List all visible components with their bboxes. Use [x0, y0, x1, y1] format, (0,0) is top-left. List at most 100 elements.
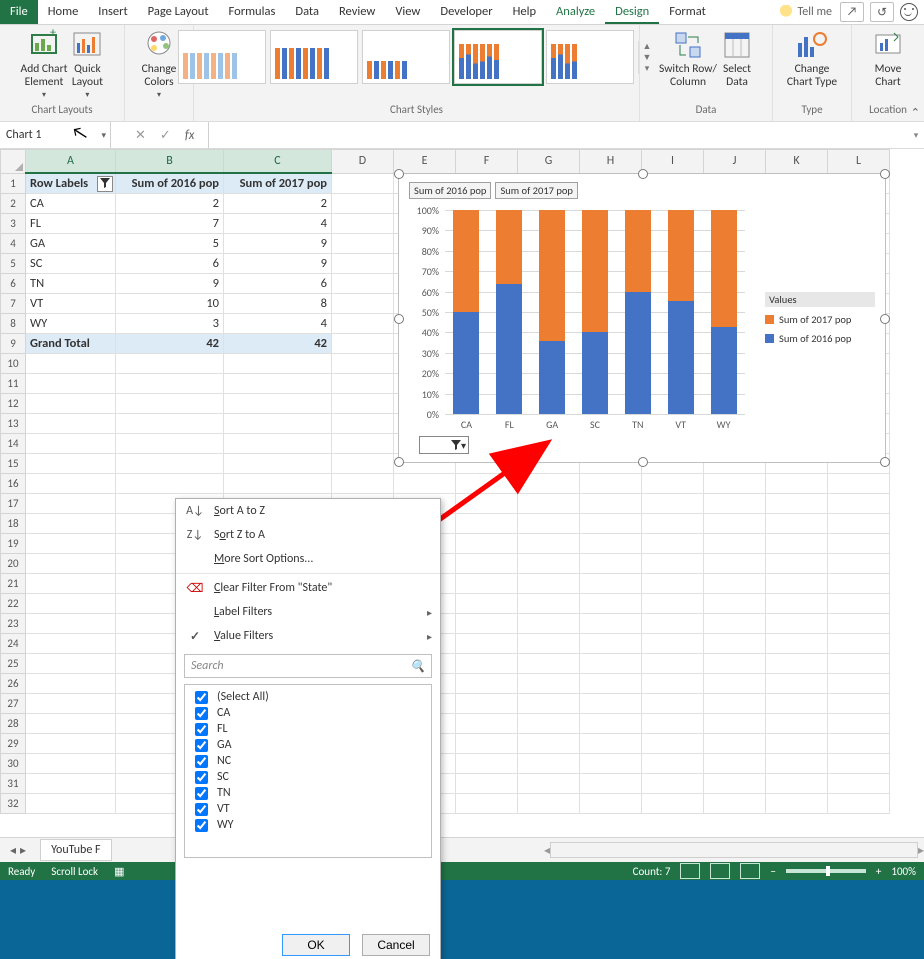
- cell[interactable]: [456, 554, 518, 574]
- row-header[interactable]: 10: [1, 354, 26, 374]
- cell[interactable]: [704, 574, 766, 594]
- cell[interactable]: [456, 634, 518, 654]
- resize-handle[interactable]: [880, 314, 890, 324]
- cell[interactable]: [828, 534, 890, 554]
- row-header[interactable]: 29: [1, 734, 26, 754]
- cell[interactable]: [456, 514, 518, 534]
- cell[interactable]: [518, 514, 580, 534]
- cell[interactable]: [26, 474, 116, 494]
- cell[interactable]: [332, 294, 394, 314]
- row-header[interactable]: 27: [1, 694, 26, 714]
- cell[interactable]: [766, 654, 828, 674]
- cell[interactable]: [580, 674, 642, 694]
- cell[interactable]: [766, 594, 828, 614]
- zoom-in-icon[interactable]: +: [876, 865, 881, 878]
- cell[interactable]: [704, 674, 766, 694]
- cell[interactable]: [828, 474, 890, 494]
- cell[interactable]: [26, 794, 116, 814]
- view-normal-icon[interactable]: [680, 863, 700, 879]
- filter-checkbox[interactable]: [195, 723, 208, 736]
- view-page-break-icon[interactable]: [740, 863, 760, 879]
- cell[interactable]: [766, 754, 828, 774]
- cell[interactable]: [704, 594, 766, 614]
- cell[interactable]: [704, 634, 766, 654]
- cell[interactable]: [26, 534, 116, 554]
- cell[interactable]: [580, 534, 642, 554]
- cell[interactable]: [456, 594, 518, 614]
- row-header[interactable]: 16: [1, 474, 26, 494]
- cell[interactable]: [766, 794, 828, 814]
- cell[interactable]: [642, 734, 704, 754]
- cell[interactable]: [518, 634, 580, 654]
- macro-record-icon[interactable]: ▦: [114, 865, 124, 878]
- cell[interactable]: [704, 474, 766, 494]
- account-icon[interactable]: [900, 3, 918, 21]
- history-icon[interactable]: ↺: [870, 2, 894, 22]
- pivot-filter-icon[interactable]: [97, 176, 113, 192]
- column-header[interactable]: H: [580, 150, 642, 174]
- cell[interactable]: [642, 674, 704, 694]
- cell[interactable]: [116, 474, 224, 494]
- cell[interactable]: 8: [224, 294, 332, 314]
- cell[interactable]: [580, 594, 642, 614]
- cell[interactable]: [828, 614, 890, 634]
- cell[interactable]: [456, 494, 518, 514]
- cell[interactable]: [332, 314, 394, 334]
- cell[interactable]: [456, 794, 518, 814]
- row-header[interactable]: 6: [1, 274, 26, 294]
- row-header[interactable]: 26: [1, 674, 26, 694]
- cell[interactable]: [518, 794, 580, 814]
- resize-handle[interactable]: [394, 457, 404, 467]
- row-header[interactable]: 30: [1, 754, 26, 774]
- cell[interactable]: Sum of 2016 pop: [116, 173, 224, 194]
- cell[interactable]: [26, 554, 116, 574]
- column-header[interactable]: D: [332, 150, 394, 174]
- cell[interactable]: [332, 434, 394, 454]
- cell[interactable]: 6: [116, 254, 224, 274]
- cell[interactable]: [828, 734, 890, 754]
- cell[interactable]: [580, 494, 642, 514]
- resize-handle[interactable]: [394, 169, 404, 179]
- add-chart-element-button[interactable]: + Add Chart Element▾: [21, 29, 68, 102]
- cell[interactable]: [828, 594, 890, 614]
- chart-style-4[interactable]: [454, 30, 542, 84]
- cell[interactable]: [766, 694, 828, 714]
- cell[interactable]: [26, 374, 116, 394]
- filter-item[interactable]: (Select All): [191, 689, 425, 705]
- filter-checkbox[interactable]: [195, 707, 208, 720]
- tab-data[interactable]: Data: [285, 0, 329, 24]
- filter-item[interactable]: SC: [191, 769, 425, 785]
- cell[interactable]: [580, 474, 642, 494]
- cell[interactable]: [704, 694, 766, 714]
- cell[interactable]: [26, 614, 116, 634]
- row-header[interactable]: 3: [1, 214, 26, 234]
- row-header[interactable]: 21: [1, 574, 26, 594]
- row-header[interactable]: 23: [1, 614, 26, 634]
- tab-file[interactable]: File: [0, 0, 38, 24]
- cell[interactable]: [766, 674, 828, 694]
- cell[interactable]: [394, 474, 456, 494]
- column-header[interactable]: E: [394, 150, 456, 174]
- row-header[interactable]: 18: [1, 514, 26, 534]
- cell[interactable]: [642, 714, 704, 734]
- formula-input[interactable]: [209, 122, 908, 148]
- cell[interactable]: [26, 354, 116, 374]
- tab-view[interactable]: View: [385, 0, 430, 24]
- filter-ok-button[interactable]: OK: [282, 934, 350, 956]
- cell[interactable]: [642, 654, 704, 674]
- cell[interactable]: [704, 794, 766, 814]
- cell[interactable]: [518, 654, 580, 674]
- cell[interactable]: [518, 614, 580, 634]
- cell[interactable]: [456, 534, 518, 554]
- filter-checkbox[interactable]: [195, 691, 208, 704]
- filter-cancel-button[interactable]: Cancel: [362, 934, 430, 956]
- expand-formula-bar[interactable]: ▾: [908, 122, 924, 148]
- chart-style-5[interactable]: [546, 30, 634, 84]
- cell[interactable]: [332, 454, 394, 474]
- cell[interactable]: [224, 434, 332, 454]
- cell[interactable]: [580, 554, 642, 574]
- cell[interactable]: 4: [224, 314, 332, 334]
- cell[interactable]: [580, 714, 642, 734]
- cell[interactable]: [116, 454, 224, 474]
- row-header[interactable]: 8: [1, 314, 26, 334]
